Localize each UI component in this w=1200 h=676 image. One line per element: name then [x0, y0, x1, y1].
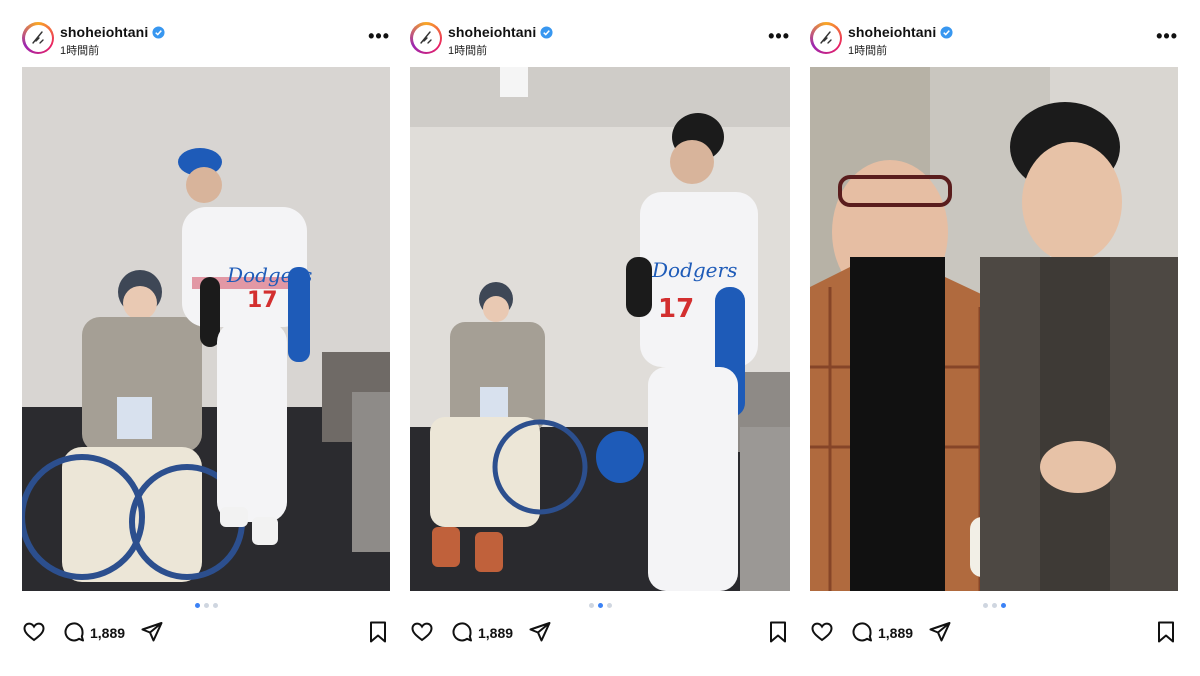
post-time: 1時間前 — [60, 45, 100, 57]
post-actions: 1,889 — [810, 620, 1178, 646]
avatar-logo-icon — [32, 31, 44, 44]
more-options-icon[interactable]: ••• — [368, 26, 390, 47]
post-header: shoheiohtani 1時間前 ••• — [410, 18, 790, 62]
verified-badge-icon — [152, 26, 165, 39]
carousel-dot — [606, 603, 612, 608]
post-photo[interactable] — [810, 67, 1178, 591]
comment-count: 1,889 — [878, 625, 914, 641]
heart-icon[interactable] — [410, 620, 434, 644]
post-2: shoheiohtani 1時間前 ••• Dodgers 17 1,889 — [410, 0, 790, 676]
share-icon[interactable] — [528, 620, 552, 644]
carousel-indicator — [810, 603, 1178, 608]
username[interactable]: shoheiohtani — [60, 24, 165, 40]
instagram-feed: shoheiohtani 1時間前 ••• Dodgers 17 1,889 s… — [0, 0, 1200, 676]
carousel-dot — [597, 603, 603, 608]
heart-icon[interactable] — [810, 620, 834, 644]
bookmark-icon[interactable] — [1154, 620, 1178, 644]
photo-image: Dodgers 17 — [22, 67, 390, 591]
bookmark-icon[interactable] — [766, 620, 790, 644]
carousel-dot — [212, 603, 218, 608]
post-header: shoheiohtani 1時間前 ••• — [810, 18, 1178, 62]
share-icon[interactable] — [928, 620, 952, 644]
avatar[interactable] — [810, 22, 842, 54]
comment-icon[interactable] — [450, 620, 474, 644]
carousel-dot — [588, 603, 594, 608]
photo-image: Dodgers 17 — [410, 67, 790, 591]
carousel-dot — [1000, 603, 1006, 608]
svg-text:17: 17 — [658, 294, 694, 324]
verified-badge-icon — [940, 26, 953, 39]
more-options-icon[interactable]: ••• — [1156, 26, 1178, 47]
post-actions: 1,889 — [22, 620, 390, 646]
carousel-dot — [982, 603, 988, 608]
username[interactable]: shoheiohtani — [848, 24, 953, 40]
post-time: 1時間前 — [448, 45, 488, 57]
comment-icon[interactable] — [62, 620, 86, 644]
post-header: shoheiohtani 1時間前 ••• — [22, 18, 390, 62]
post-photo[interactable]: Dodgers 17 — [22, 67, 390, 591]
avatar-logo-icon — [420, 31, 432, 44]
photo-image — [810, 67, 1178, 591]
verified-badge-icon — [540, 26, 553, 39]
avatar[interactable] — [22, 22, 54, 54]
post-3: shoheiohtani 1時間前 ••• 1,889 — [810, 0, 1178, 676]
post-actions: 1,889 — [410, 620, 790, 646]
post-photo[interactable]: Dodgers 17 — [410, 67, 790, 591]
carousel-dot — [991, 603, 997, 608]
more-options-icon[interactable]: ••• — [768, 26, 790, 47]
avatar-logo-icon — [820, 31, 832, 44]
svg-text:17: 17 — [247, 288, 278, 313]
comment-count: 1,889 — [478, 625, 514, 641]
svg-text:Dodgers: Dodgers — [651, 258, 737, 282]
carousel-dot — [203, 603, 209, 608]
bookmark-icon[interactable] — [366, 620, 390, 644]
avatar[interactable] — [410, 22, 442, 54]
post-time: 1時間前 — [848, 45, 888, 57]
username[interactable]: shoheiohtani — [448, 24, 553, 40]
carousel-indicator — [410, 603, 790, 608]
heart-icon[interactable] — [22, 620, 46, 644]
comment-count: 1,889 — [90, 625, 126, 641]
carousel-indicator — [22, 603, 390, 608]
carousel-dot — [194, 603, 200, 608]
comment-icon[interactable] — [850, 620, 874, 644]
share-icon[interactable] — [140, 620, 164, 644]
post-1: shoheiohtani 1時間前 ••• Dodgers 17 1,889 — [22, 0, 390, 676]
